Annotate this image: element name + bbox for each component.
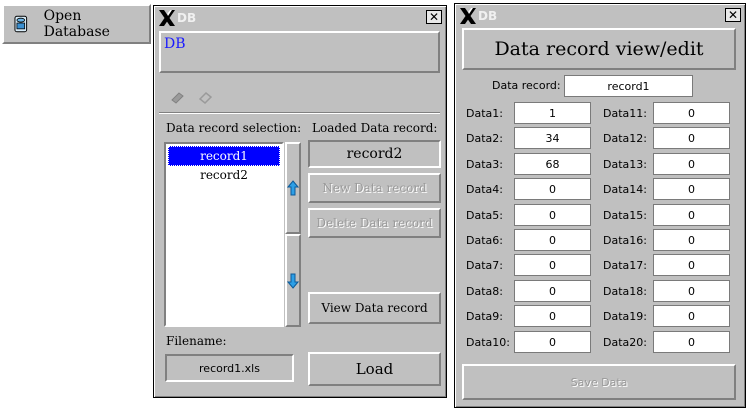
data-field-input[interactable]: 0	[514, 178, 591, 200]
data-field-label: Data12:	[603, 132, 647, 145]
arrow-up-icon	[287, 180, 299, 196]
data-field-label: Data7:	[466, 259, 503, 272]
data-field-input[interactable]: 0	[653, 204, 730, 226]
view-window-title: DB	[478, 9, 498, 23]
pencil-icon[interactable]	[170, 90, 186, 104]
database-icon	[14, 15, 28, 33]
open-database-label: Open Database	[43, 8, 110, 40]
x-logo-icon	[159, 10, 175, 26]
loaded-record-label: Loaded Data record:	[312, 121, 438, 135]
data-field-label: Data14:	[603, 183, 647, 196]
divider	[159, 112, 440, 114]
data-field-input[interactable]: 0	[653, 331, 730, 353]
new-record-button[interactable]: New Data record	[308, 173, 441, 203]
db-window-title: DB	[177, 11, 197, 25]
data-field-label: Data10:	[466, 336, 510, 349]
data-field-label: Data6:	[466, 234, 503, 247]
view-window: DB ✕ Data record view/edit Data record: …	[454, 3, 746, 408]
data-field-label: Data3:	[466, 158, 503, 171]
record-name-label: Data record:	[492, 79, 561, 92]
data-field-input[interactable]: 0	[653, 305, 730, 327]
data-field-input[interactable]: 0	[514, 254, 591, 276]
list-item[interactable]: record1	[168, 146, 280, 166]
data-field-input[interactable]: 34	[514, 127, 591, 149]
data-field-label: Data11:	[603, 107, 647, 120]
save-data-button[interactable]: Save Data	[462, 364, 736, 400]
data-field-input[interactable]: 0	[514, 331, 591, 353]
arrow-down-icon	[287, 273, 299, 289]
db-window-titlebar[interactable]: DB ✕	[156, 8, 444, 28]
scroll-up-button[interactable]	[285, 142, 301, 234]
data-field-input[interactable]: 0	[514, 280, 591, 302]
list-item[interactable]: record2	[168, 166, 280, 184]
filename-field[interactable]: record1.xls	[165, 354, 294, 382]
data-field-input[interactable]: 0	[653, 254, 730, 276]
data-field-label: Data17:	[603, 259, 647, 272]
data-field-label: Data18:	[603, 285, 647, 298]
data-field-input[interactable]: 0	[514, 305, 591, 327]
data-field-label: Data2:	[466, 132, 503, 145]
data-field-input[interactable]: 1	[514, 102, 591, 124]
data-field-label: Data16:	[603, 234, 647, 247]
open-database-button[interactable]: Open Database	[2, 4, 151, 44]
db-header-panel: DB	[159, 31, 440, 73]
record-selection-label: Data record selection:	[166, 121, 302, 135]
data-field-input[interactable]: 0	[653, 102, 730, 124]
data-field-label: Data20:	[603, 336, 647, 349]
data-field-input[interactable]: 68	[514, 153, 591, 175]
data-field-input[interactable]: 0	[653, 280, 730, 302]
data-field-label: Data15:	[603, 209, 647, 222]
db-window-close-button[interactable]: ✕	[426, 10, 442, 24]
data-field-input[interactable]: 0	[653, 127, 730, 149]
load-button[interactable]: Load	[308, 352, 441, 386]
data-field-label: Data8:	[466, 285, 503, 298]
filename-label: Filename:	[166, 334, 227, 348]
data-field-input[interactable]: 0	[653, 178, 730, 200]
data-field-input[interactable]: 0	[653, 153, 730, 175]
view-window-close-button[interactable]: ✕	[725, 8, 741, 22]
view-record-button[interactable]: View Data record	[308, 292, 441, 324]
data-field-input[interactable]: 0	[514, 204, 591, 226]
data-field-label: Data9:	[466, 310, 503, 323]
view-window-titlebar[interactable]: DB ✕	[457, 6, 743, 26]
data-field-label: Data5:	[466, 209, 503, 222]
data-field-input[interactable]: 0	[514, 229, 591, 251]
view-heading: Data record view/edit	[462, 28, 736, 70]
record-name-field[interactable]: record1	[564, 75, 693, 97]
eraser-icon[interactable]	[198, 90, 214, 104]
data-field-label: Data1:	[466, 107, 503, 120]
scroll-down-button[interactable]	[285, 234, 301, 327]
db-window: DB ✕ DB Data record selection: Loaded Da…	[153, 5, 447, 398]
x-logo-icon	[460, 8, 476, 24]
data-field-label: Data19:	[603, 310, 647, 323]
delete-record-button[interactable]: Delete Data record	[308, 208, 441, 238]
record-list[interactable]: record1 record2	[164, 142, 284, 327]
data-field-label: Data13:	[603, 158, 647, 171]
data-field-input[interactable]: 0	[653, 229, 730, 251]
loaded-record-value: record2	[308, 140, 441, 168]
data-field-label: Data4:	[466, 183, 503, 196]
db-header-text: DB	[164, 36, 186, 52]
